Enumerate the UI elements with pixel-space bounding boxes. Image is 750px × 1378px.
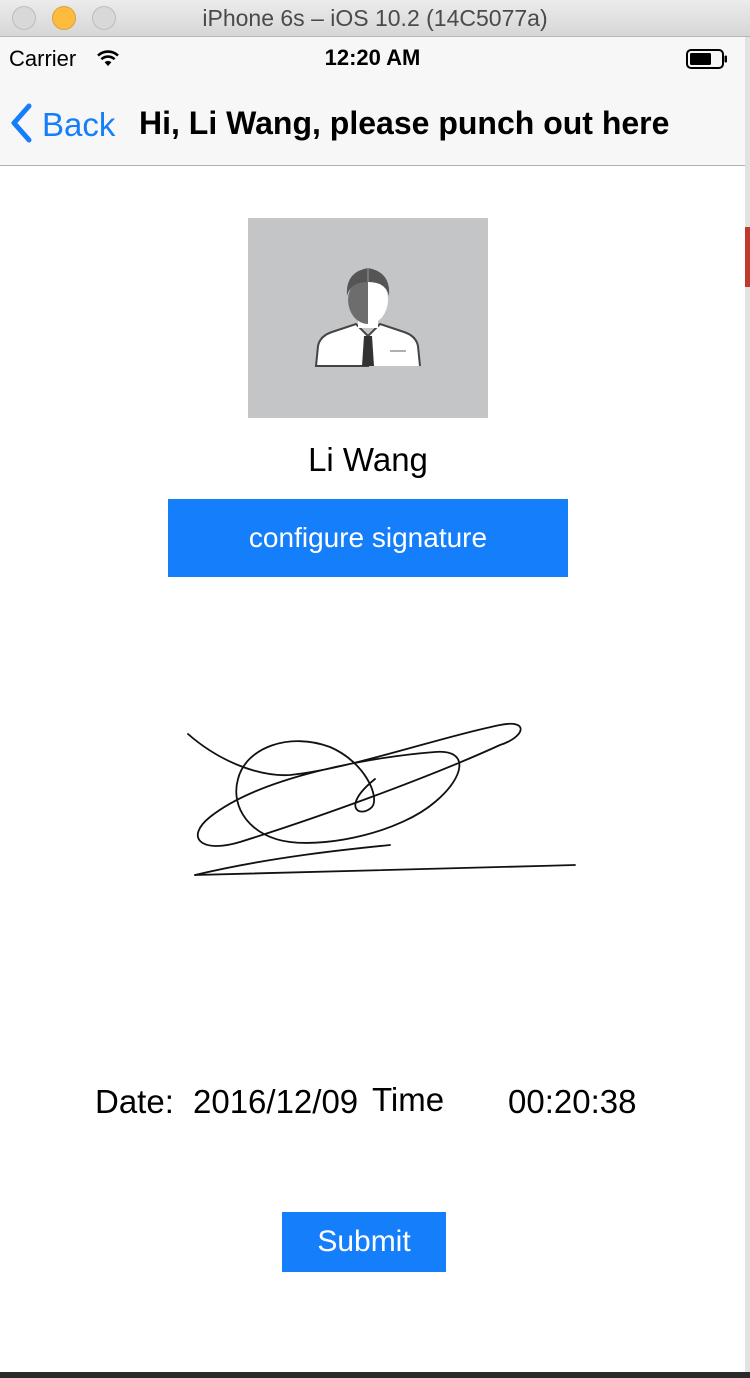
time-label: Time — [372, 1081, 445, 1118]
date-label: Date: — [95, 1083, 174, 1120]
date-value: 2016/12/09 — [193, 1083, 359, 1120]
status-time: 12:20 AM — [324, 45, 421, 70]
user-name: Li Wang — [308, 441, 428, 478]
window-bottom-edge — [0, 1372, 750, 1378]
page-title: Hi, Li Wang, please punch out here — [139, 105, 670, 141]
device-screen: Carrier 12:20 AM Back Hi, Li Wang, pleas… — [0, 37, 745, 1372]
configure-signature-button[interactable]: configure signature — [168, 499, 568, 577]
status-bar: Carrier 12:20 AM — [0, 37, 745, 81]
navigation-bar: Back Hi, Li Wang, please punch out here — [0, 81, 745, 166]
person-avatar-icon — [248, 218, 488, 418]
window-title: iPhone 6s – iOS 10.2 (14C5077a) — [202, 5, 548, 31]
submit-button[interactable]: Submit — [282, 1212, 446, 1272]
back-label: Back — [42, 106, 116, 143]
window-edge — [745, 37, 750, 1378]
battery-icon — [686, 49, 728, 69]
simulator-title-bar: iPhone 6s – iOS 10.2 (14C5077a) — [0, 0, 750, 37]
chevron-left-icon — [10, 103, 32, 148]
edge-accent — [745, 227, 750, 287]
signature-image — [180, 717, 590, 892]
time-value: 00:20:38 — [508, 1083, 637, 1120]
back-button[interactable]: Back — [10, 103, 115, 147]
